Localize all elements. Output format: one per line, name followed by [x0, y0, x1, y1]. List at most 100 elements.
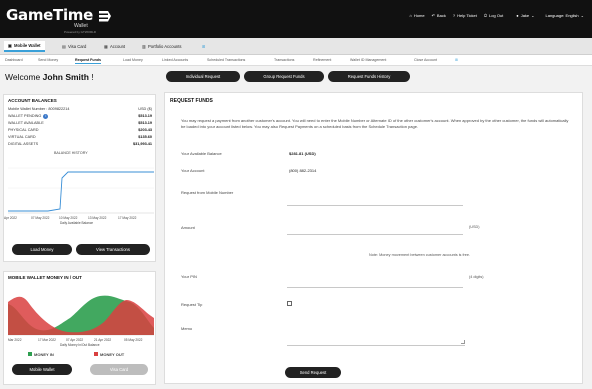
- logo-text: GameTime: [6, 6, 94, 24]
- subnav-scheduled-transactions[interactable]: Scheduled Transactions: [207, 58, 245, 62]
- subnav-wallet-id-management[interactable]: Wallet ID Management: [350, 58, 386, 62]
- request-from-mobile-input[interactable]: [287, 205, 463, 206]
- x-tick-label: 17 May 2022: [118, 216, 137, 220]
- request-tip-checkbox[interactable]: [287, 301, 292, 306]
- logo-wallet-text: Wallet: [74, 23, 88, 29]
- subnav-load-money[interactable]: Load Money: [123, 58, 143, 62]
- x-tick-label: 17 Mar 2022: [38, 338, 56, 342]
- x-tick-label: 13 May 2022: [88, 216, 107, 220]
- mobile-wallet-button[interactable]: Mobile Wallet: [12, 364, 72, 375]
- request-from-label: Request from Mobile Number: [181, 190, 234, 195]
- individual-request-button[interactable]: Individual Request: [166, 71, 240, 82]
- user-icon: ●: [516, 13, 519, 18]
- info-icon[interactable]: i: [43, 114, 49, 119]
- balance-history-title: BALANCE HISTORY: [54, 151, 88, 155]
- chevron-down-icon: ⌄: [580, 13, 584, 18]
- x-tick-label: 07 Apr 2022: [66, 338, 84, 342]
- balance-chart-caption: Daily Available Balance: [60, 221, 94, 225]
- chevron-down-icon: ⌄: [531, 13, 535, 18]
- portfolio-icon: ▥: [142, 44, 146, 49]
- pin-label: Your PIN: [181, 274, 197, 279]
- legend-money-out-swatch: [94, 352, 98, 356]
- tab-portfolio-accounts[interactable]: ▥ Portfolio Accounts: [138, 41, 186, 52]
- money-in-out-chart: [8, 295, 154, 336]
- pin-hint: (4 digits): [469, 275, 484, 279]
- request-funds-history-button[interactable]: Request Funds History: [328, 71, 410, 82]
- welcome-heading: Welcome John Smith !: [5, 72, 94, 82]
- pin-input[interactable]: [287, 287, 463, 288]
- legend-money-out[interactable]: MONEY OUT: [94, 352, 124, 357]
- home-icon: ⌂: [409, 13, 412, 18]
- balance-row-virtual-card: VIRTUAL CARD $135.60: [8, 135, 152, 139]
- balance-row-physical-card: PHYSICAL CARD $203.43: [8, 128, 152, 132]
- subnav-linked-accounts[interactable]: Linked Accounts: [162, 58, 188, 62]
- nav-log-out[interactable]: ⏻ Log Out: [484, 13, 503, 18]
- account-icon: ▦: [104, 44, 108, 49]
- tab-mobile-wallet[interactable]: ▣ Mobile Wallet: [4, 41, 45, 52]
- top-nav: ⌂ Home ↶ Back ? Help Ticket ⏻ Log Out ● Jake ⌄…: [409, 13, 584, 18]
- request-funds-title: REQUEST FUNDS: [170, 98, 213, 104]
- money-movement-note: Note: Money movement between customer ac…: [369, 253, 471, 257]
- your-account-value: (800) 882-2314: [289, 168, 317, 173]
- view-transactions-button[interactable]: View Transactions: [76, 244, 150, 255]
- account-balances-card: ACCOUNT BALANCES Mobile Wallet Number : …: [3, 94, 156, 262]
- card-icon: ▤: [62, 44, 66, 49]
- balance-row-digital-assets: DIGITAL ASSETS $31,993.41: [8, 142, 152, 146]
- available-balance-value: $281.81 (USD): [289, 151, 316, 156]
- gametime-wallet-logo[interactable]: GameTime Wallet Powered by GTWORLD: [6, 6, 111, 34]
- nav-language-select[interactable]: Language: English ⌄: [546, 13, 585, 18]
- module-tab-bar: ▣ Mobile Wallet ▤ Visa Card ▦ Account ▥ Port…: [0, 38, 592, 55]
- nav-help-ticket[interactable]: ? Help Ticket: [453, 13, 477, 18]
- balance-row-wallet-available: WALLET AVAILABLE $513.19: [8, 121, 152, 125]
- load-money-button[interactable]: Load Money: [12, 244, 72, 255]
- money-in-out-card: MOBILE WALLET MONEY IN / OUT Mar 2022 17…: [3, 271, 156, 385]
- subnav-request-funds[interactable]: Request Funds: [75, 58, 101, 64]
- money-chart-caption: Daily Money In/Out Balance: [60, 343, 100, 347]
- balance-history-line: [8, 171, 154, 212]
- legend-money-in-swatch: [28, 352, 32, 356]
- x-tick-label: 05 May 2022: [124, 338, 143, 342]
- subnav-send-money[interactable]: Send Money: [38, 58, 58, 62]
- request-funds-panel: REQUEST FUNDS You may request a payment …: [164, 92, 583, 384]
- subnav-add-icon[interactable]: ⊞: [455, 58, 458, 62]
- tab-visa-card[interactable]: ▤ Visa Card: [58, 41, 90, 52]
- wallet-icon: ▣: [8, 43, 12, 48]
- balance-history-chart: [8, 167, 154, 214]
- subnav-close-account[interactable]: Close Account: [414, 58, 437, 62]
- nav-back[interactable]: ↶ Back: [432, 13, 446, 18]
- x-tick-label: Apr 2022: [4, 216, 17, 220]
- tab-add[interactable]: ⊞: [198, 41, 210, 52]
- balance-row-wallet-pending: WALLET PENDING i $513.19: [8, 114, 152, 119]
- subnav-transactions[interactable]: Transactions: [274, 58, 294, 62]
- legend-money-in[interactable]: MONEY IN: [28, 352, 54, 357]
- x-tick-label: 10 May 2022: [59, 216, 78, 220]
- user-name: John Smith: [42, 72, 89, 82]
- your-account-label: Your Account: [181, 168, 205, 173]
- subnav-dashboard[interactable]: Dashboard: [5, 58, 23, 62]
- subnav-refinement[interactable]: Refinement: [313, 58, 331, 62]
- x-tick-label: 07 May 2022: [31, 216, 50, 220]
- logo-powered-text: Powered by GTWORLD: [64, 30, 97, 34]
- amount-currency: (USD): [469, 225, 480, 229]
- account-balances-title: ACCOUNT BALANCES: [8, 98, 57, 103]
- tab-account[interactable]: ▦ Account: [100, 41, 129, 52]
- amount-label: Amount: [181, 225, 195, 230]
- memo-textarea[interactable]: [287, 326, 465, 346]
- visa-card-button[interactable]: Visa Card: [90, 364, 148, 375]
- top-header: GameTime Wallet Powered by GTWORLD ⌂ Home…: [0, 0, 592, 38]
- resize-handle-icon[interactable]: [461, 340, 465, 344]
- back-icon: ↶: [431, 13, 435, 18]
- logo-mark-icon: [99, 11, 111, 22]
- x-tick-label: 21 Apr 2022: [94, 338, 112, 342]
- ticket-icon: ?: [452, 13, 456, 18]
- available-balance-label: Your Available Balance: [181, 151, 222, 156]
- nav-home[interactable]: ⌂ Home: [409, 13, 424, 18]
- logout-icon: ⏻: [483, 13, 488, 18]
- group-request-funds-button[interactable]: Group Request Funds: [244, 71, 324, 82]
- balance-row-wallet-number: Mobile Wallet Number : 8009822214 USD ($): [8, 107, 152, 111]
- send-request-button[interactable]: Send Request: [285, 367, 341, 378]
- amount-input[interactable]: [287, 234, 463, 235]
- request-tip-label: Request Tip: [181, 302, 203, 307]
- nav-user-menu[interactable]: ● Jake ⌄: [516, 13, 534, 18]
- money-in-out-title: MOBILE WALLET MONEY IN / OUT: [8, 275, 82, 280]
